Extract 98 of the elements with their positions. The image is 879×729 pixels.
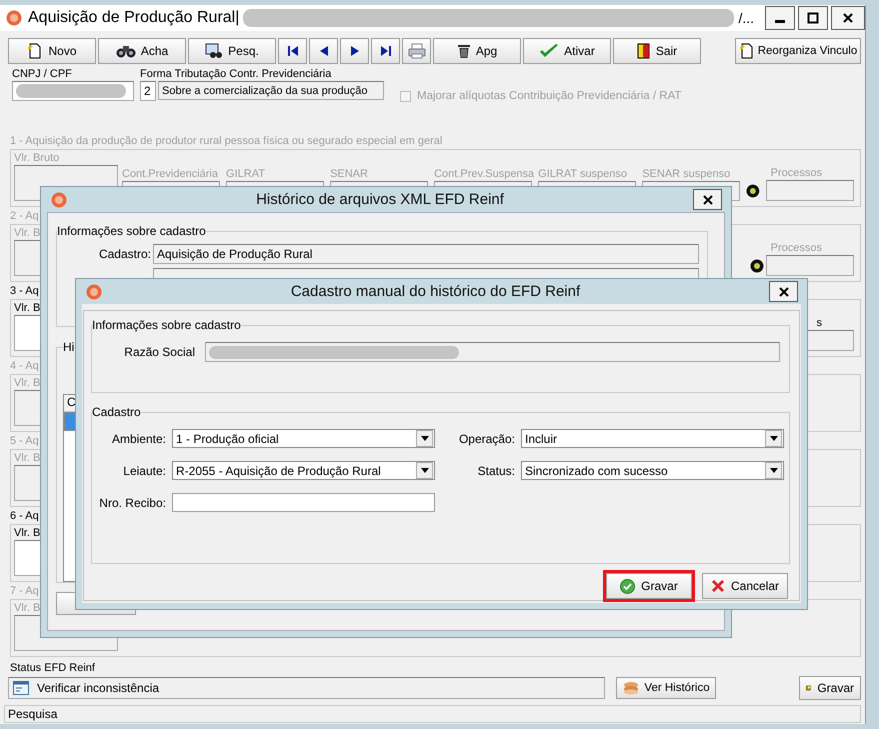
door-icon xyxy=(636,43,651,59)
field-label: GILRAT xyxy=(226,168,265,181)
maximize-button[interactable] xyxy=(798,6,828,30)
group-title: Informações sobre cadastro xyxy=(92,319,241,332)
document-icon xyxy=(27,43,44,59)
first-icon xyxy=(286,45,298,57)
previous-button[interactable] xyxy=(309,38,338,64)
field-label: GILRAT suspenso xyxy=(538,168,628,181)
window-title: Aquisição de Produção Rural| xyxy=(28,9,240,27)
field-label: Cadastro: xyxy=(98,247,151,261)
field-label: Processos xyxy=(770,167,822,180)
next-button[interactable] xyxy=(340,38,369,64)
close-icon xyxy=(842,12,854,24)
input-field[interactable] xyxy=(12,81,134,101)
status-field: Verificar inconsistência xyxy=(8,677,605,699)
coins-icon xyxy=(622,681,640,695)
close-button[interactable] xyxy=(693,189,722,210)
close-icon xyxy=(702,194,712,204)
section-title: 7 - Aq xyxy=(10,584,39,598)
description-field: Sobre a comercialização da sua produção xyxy=(158,81,384,100)
toolbar-button[interactable]: Ativar xyxy=(523,38,611,64)
dropdown[interactable]: Sincronizado com sucesso xyxy=(521,461,784,480)
field-label: Cont.Prev.Suspensa xyxy=(434,168,534,181)
field-label: Vlr. B xyxy=(14,527,40,540)
toolbar-button[interactable]: Pesq. xyxy=(188,38,276,64)
save-button[interactable]: Gravar xyxy=(606,573,692,599)
last-icon xyxy=(380,45,392,57)
input-field[interactable] xyxy=(172,493,435,512)
dialog-title: Cadastro manual do histórico do EFD Reinf xyxy=(290,283,582,300)
close-icon xyxy=(710,579,725,593)
dropdown[interactable]: R-2055 - Aquisição de Produção Rural xyxy=(172,461,435,480)
code-field[interactable]: 2 xyxy=(140,81,156,101)
toolbar-button[interactable]: Apg xyxy=(433,38,521,64)
field-label: Razão Social xyxy=(123,345,196,359)
check-icon xyxy=(620,578,636,594)
save-button[interactable]: Gravar xyxy=(799,676,861,700)
field-label: Vlr. B xyxy=(14,377,40,390)
section-title: 5 - Aq xyxy=(10,434,39,448)
field-label: Vlr. B xyxy=(14,602,40,615)
field-label: Cont.Previdenciária xyxy=(122,168,218,181)
section-title: 1 - Aquisição da produção de produtor rural pessoa física ou segurado especial em geral xyxy=(10,134,442,148)
field-label: Nro. Recibo: xyxy=(98,496,166,510)
input-field[interactable] xyxy=(766,180,854,201)
field-label: SENAR suspenso xyxy=(642,168,730,181)
checkbox-label: Majorar alíquotas Contribuição Previdenciária / RAT xyxy=(417,90,682,102)
maximize-icon xyxy=(807,12,819,24)
status-bar: Pesquisa xyxy=(4,705,861,723)
group-title: Cadastro xyxy=(92,406,141,419)
history-button[interactable]: Ver Histórico xyxy=(616,677,716,699)
dropdown[interactable]: Incluir xyxy=(521,429,784,448)
form-icon xyxy=(13,681,29,695)
field-label: Status: xyxy=(476,464,515,478)
toolbar-button[interactable]: Reorganiza Vinculo xyxy=(735,38,861,64)
close-button[interactable] xyxy=(769,281,798,302)
last-button[interactable] xyxy=(371,38,400,64)
close-icon xyxy=(778,286,788,296)
field-label: Leiaute: xyxy=(122,464,166,478)
first-button[interactable] xyxy=(278,38,307,64)
field-label: Vlr. B xyxy=(14,452,40,465)
minimize-icon xyxy=(775,20,785,22)
dropdown[interactable]: 1 - Produção oficial xyxy=(172,429,435,448)
trash-icon xyxy=(456,43,471,59)
field-label: Status EFD Reinf xyxy=(10,661,96,675)
app-logo-icon xyxy=(6,10,22,26)
check-icon xyxy=(539,43,560,59)
field-label: Vlr. B xyxy=(14,302,40,315)
minimize-button[interactable] xyxy=(765,6,795,30)
input-field: Aquisição de Produção Rural xyxy=(153,244,699,264)
field-label: Operação: xyxy=(458,432,515,446)
cancel-button[interactable]: Cancelar xyxy=(702,573,788,599)
previous-icon xyxy=(318,45,330,57)
next-icon xyxy=(348,45,360,57)
field-label: Forma Tributação Contr. Previdenciária xyxy=(140,68,332,80)
toolbar-button[interactable]: Novo xyxy=(8,38,96,64)
group-title: Hi xyxy=(63,341,74,354)
field-label: Vlr. B xyxy=(14,227,40,240)
app-logo-icon xyxy=(86,284,102,300)
dialog-title: Histórico de arquivos XML EFD Reinf xyxy=(255,191,505,208)
print-button[interactable] xyxy=(402,38,431,64)
field-label: SENAR xyxy=(330,168,368,181)
field-label: Processos xyxy=(770,242,822,255)
field-label: Vlr. Bruto xyxy=(14,152,60,165)
field-label: s xyxy=(816,317,822,330)
toolbar-button[interactable]: Acha xyxy=(98,38,186,64)
window-title: /... xyxy=(738,10,754,26)
field-label: Ambiente: xyxy=(110,432,166,446)
section-title: 2 - Aq xyxy=(10,209,39,223)
field-label: CNPJ / CPF xyxy=(12,68,73,80)
section-title: 3 - Aq xyxy=(10,284,39,298)
section-title: 6 - Aq xyxy=(10,509,39,523)
printer-icon xyxy=(408,43,426,59)
input-field[interactable] xyxy=(766,255,854,276)
document-icon xyxy=(738,43,755,59)
app-logo-icon xyxy=(51,192,67,208)
toolbar-button[interactable]: Sair xyxy=(613,38,701,64)
section-title: 4 - Aq xyxy=(10,359,39,373)
close-button[interactable] xyxy=(831,6,865,30)
group-title: Informações sobre cadastro xyxy=(57,225,206,238)
